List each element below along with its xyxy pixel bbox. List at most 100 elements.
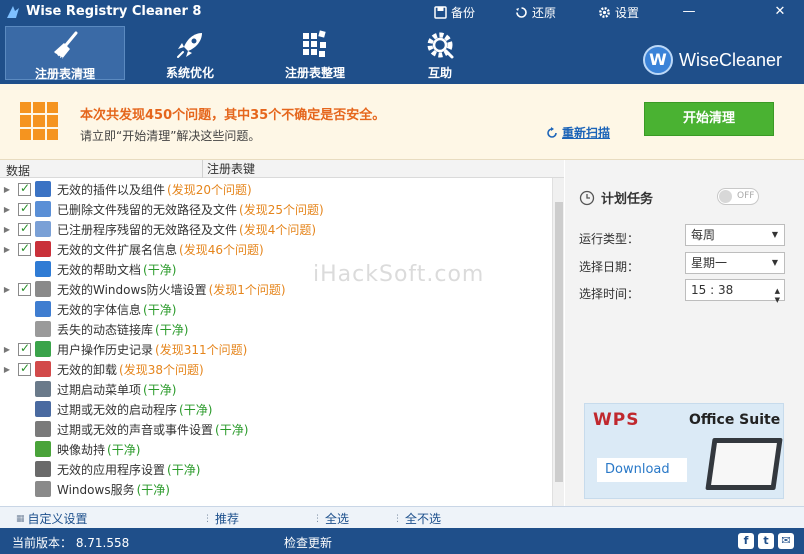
- minimize-button[interactable]: —: [679, 3, 699, 21]
- expand-arrow-icon[interactable]: ▶: [0, 245, 14, 254]
- custom-settings-link[interactable]: ▦ 自定义设置: [16, 510, 88, 527]
- email-icon[interactable]: ✉: [778, 533, 794, 549]
- item-status: (发现311个问题): [155, 342, 248, 357]
- item-label: 无效的卸载: [57, 362, 118, 377]
- list-item[interactable]: ▶ 无效的文件扩展名信息(发现46个问题): [0, 239, 552, 259]
- run-type-value: 每周: [691, 228, 716, 242]
- broom-icon: [52, 31, 78, 61]
- list-item[interactable]: 丢失的动态链接库 (干净): [0, 319, 552, 339]
- custom-settings-label: 自定义设置: [27, 512, 88, 526]
- list-item[interactable]: 无效的应用程序设置 (干净): [0, 459, 552, 479]
- schedule-toggle[interactable]: OFF: [717, 188, 759, 205]
- item-status: (发现1个问题): [208, 282, 286, 297]
- wps-ad-banner[interactable]: WPS Office Suite Download: [584, 403, 784, 499]
- item-checkbox[interactable]: [18, 241, 31, 256]
- list-item[interactable]: ▶ 已注册程序残留的无效路径及文件(发现4个问题): [0, 219, 552, 239]
- item-checkbox[interactable]: [18, 201, 31, 216]
- column-header-registry-key[interactable]: 注册表键: [202, 160, 255, 178]
- chevron-down-icon: ▼: [771, 258, 778, 267]
- list-scrollbar[interactable]: [552, 178, 564, 506]
- item-label: 丢失的动态链接库: [57, 322, 154, 337]
- expand-arrow-icon[interactable]: ▶: [0, 185, 14, 194]
- watermark: iHackSoft.com: [313, 262, 485, 287]
- brand-name: WiseCleaner: [678, 49, 782, 70]
- list-item[interactable]: ▶ 已删除文件残留的无效路径及文件(发现25个问题): [0, 199, 552, 219]
- wps-logo: WPS: [593, 410, 640, 430]
- time-value: 15 : 38: [691, 283, 734, 297]
- expand-arrow-icon[interactable]: ▶: [0, 285, 14, 294]
- item-status: (干净): [215, 422, 249, 437]
- list-scroll-thumb[interactable]: [555, 202, 563, 482]
- tab-system-optimize[interactable]: 系统优化: [130, 26, 250, 80]
- item-checkbox[interactable]: [18, 221, 31, 236]
- twitter-icon[interactable]: t: [758, 533, 774, 549]
- close-button[interactable]: ✕: [770, 3, 790, 21]
- settings-button[interactable]: 设置: [598, 3, 639, 21]
- scan-summary: 本次共发现450个问题，其中35个不确定是否安全。: [80, 108, 386, 123]
- rescan-link[interactable]: 重新扫描: [546, 124, 610, 141]
- toggle-state: OFF: [737, 191, 755, 201]
- list-item[interactable]: ▶ 用户操作历史记录(发现311个问题): [0, 339, 552, 359]
- backup-icon: [434, 5, 447, 19]
- facebook-icon[interactable]: f: [738, 533, 754, 549]
- restore-icon: [516, 6, 527, 18]
- list-item[interactable]: 映像劫持 (干净): [0, 439, 552, 459]
- item-checkbox[interactable]: [18, 361, 31, 376]
- list-header: 数据 注册表键: [0, 160, 564, 178]
- item-status: (干净): [143, 382, 177, 397]
- rescan-label: 重新扫描: [562, 126, 611, 140]
- tab-mutual-help[interactable]: 互助: [380, 26, 500, 80]
- chevron-down-icon: ▼: [771, 230, 778, 239]
- dots-icon: ⋮: [313, 513, 322, 524]
- status-bar: 当前版本： 8.71.558 检查更新 f t ✉: [0, 528, 804, 554]
- select-none-link[interactable]: ⋮ 全不选: [393, 510, 441, 527]
- item-status: (发现46个问题): [179, 242, 264, 257]
- select-all-link[interactable]: ⋮ 全选: [313, 510, 349, 527]
- item-checkbox[interactable]: [18, 341, 31, 356]
- restore-button[interactable]: 还原: [515, 3, 556, 21]
- tab-registry-clean[interactable]: 注册表清理: [5, 26, 125, 81]
- expand-arrow-icon[interactable]: ▶: [0, 225, 14, 234]
- item-label: 过期或无效的声音或事件设置: [57, 422, 214, 437]
- category-icon: [35, 481, 51, 497]
- schedule-title: 计划任务: [579, 188, 653, 207]
- time-spinner[interactable]: 15 : 38 ▲ ▼: [685, 279, 785, 304]
- list-item[interactable]: 过期启动菜单项 (干净): [0, 379, 552, 399]
- ad-download-button[interactable]: Download: [597, 458, 687, 482]
- category-icon: [35, 321, 51, 337]
- expand-arrow-icon[interactable]: ▶: [0, 365, 14, 374]
- list-item[interactable]: 过期或无效的启动程序 (干净): [0, 399, 552, 419]
- category-icon: [35, 461, 51, 477]
- list-item[interactable]: ▶ 无效的插件以及组件(发现20个问题): [0, 179, 552, 199]
- restore-label: 还原: [532, 5, 557, 20]
- category-icon: [35, 421, 51, 437]
- header-bar: Wise Registry Cleaner 8 备份 还原 设置 — ✕ 注册表…: [0, 0, 804, 84]
- version-info: 当前版本： 8.71.558: [12, 536, 130, 550]
- backup-button[interactable]: 备份: [434, 3, 475, 21]
- category-icon: [35, 441, 51, 457]
- item-checkbox[interactable]: [18, 181, 31, 196]
- list-item[interactable]: 无效的字体信息 (干净): [0, 299, 552, 319]
- item-label: 已删除文件残留的无效路径及文件: [57, 202, 238, 217]
- list-item[interactable]: Windows服务 (干净): [0, 479, 552, 499]
- spin-down-icon[interactable]: ▼: [775, 290, 780, 310]
- list-item[interactable]: ▶ 无效的卸载(发现38个问题): [0, 359, 552, 379]
- expand-arrow-icon[interactable]: ▶: [0, 205, 14, 214]
- category-icon: [35, 301, 51, 317]
- category-icon: [35, 341, 51, 357]
- recommend-label: 推荐: [215, 512, 240, 526]
- start-clean-button[interactable]: 开始清理: [644, 102, 774, 136]
- list-item[interactable]: 过期或无效的声音或事件设置 (干净): [0, 419, 552, 439]
- issues-grid-icon: [20, 102, 58, 140]
- category-icon: [35, 221, 51, 237]
- date-select[interactable]: 星期一 ▼: [685, 252, 785, 274]
- tab-registry-defrag[interactable]: 注册表整理: [255, 26, 375, 80]
- item-label: 已注册程序残留的无效路径及文件: [57, 222, 238, 237]
- run-type-select[interactable]: 每周 ▼: [685, 224, 785, 246]
- check-update-link[interactable]: 检查更新: [284, 534, 332, 551]
- expand-arrow-icon[interactable]: ▶: [0, 345, 14, 354]
- tab-registry-clean-label: 注册表清理: [34, 67, 95, 81]
- recommend-link[interactable]: ⋮ 推荐: [203, 510, 239, 527]
- column-header-data[interactable]: 数据: [6, 162, 30, 179]
- item-checkbox[interactable]: [18, 281, 31, 296]
